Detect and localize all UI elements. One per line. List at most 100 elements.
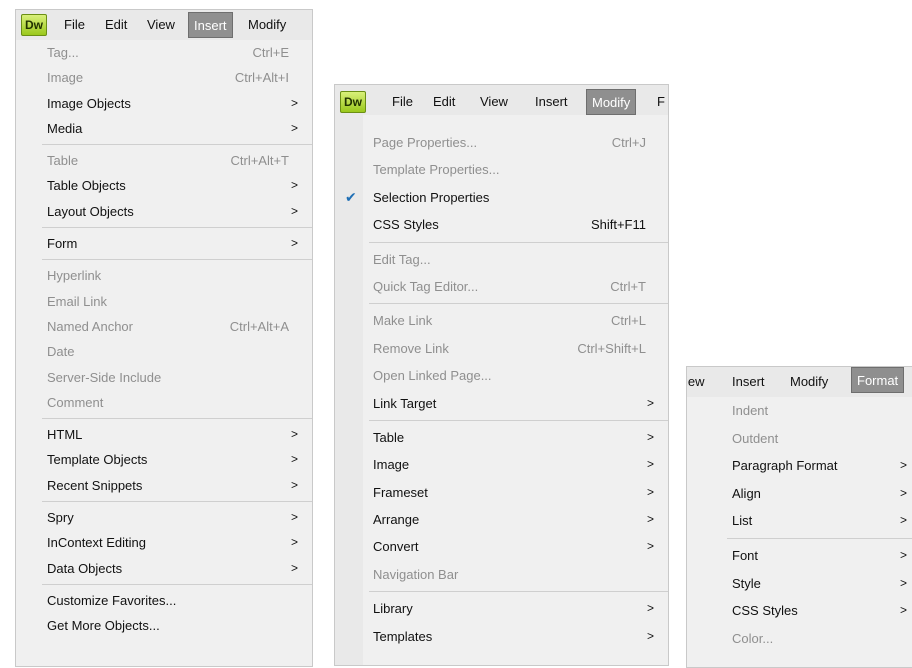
menu-item-convert[interactable]: Convert >	[335, 533, 668, 560]
menu-item-label: Layout Objects	[47, 203, 134, 219]
menu-file[interactable]: File	[64, 10, 85, 40]
menu-insert[interactable]: Insert	[732, 367, 765, 397]
submenu-chevron-icon: >	[899, 547, 907, 562]
menu-item-get-more-objects[interactable]: Get More Objects...	[16, 613, 312, 638]
submenu-chevron-icon: >	[899, 458, 907, 473]
menu-item-frameset[interactable]: Frameset >	[335, 479, 668, 506]
menu-item-label: Quick Tag Editor...	[373, 278, 479, 294]
submenu-chevron-icon: >	[290, 236, 298, 251]
menu-item-paragraph-format[interactable]: Paragraph Format >	[687, 452, 912, 480]
menu-item-edit-tag: Edit Tag...	[335, 246, 668, 273]
menu-item-open-linked-page: Open Linked Page...	[335, 362, 668, 389]
insert-menu-items: Tag... Ctrl+E Image Ctrl+Alt+I Image Objects…	[16, 40, 312, 639]
menu-item-customize-favorites[interactable]: Customize Favorites...	[16, 588, 312, 613]
format-menu-items: Indent Outdent Paragraph Format > Align > List…	[687, 397, 912, 652]
menu-item-shortcut: Ctrl+E	[252, 45, 289, 60]
menu-item-css-styles[interactable]: CSS Styles >	[687, 597, 912, 625]
menu-item-label: Templates	[373, 628, 433, 644]
menu-item-label: CSS Styles	[732, 603, 798, 619]
menu-file[interactable]: File	[392, 87, 413, 117]
menu-item-label: Selection Properties	[373, 189, 490, 205]
menu-item-email-link: Email Link	[16, 289, 312, 314]
menu-modify[interactable]: Modify	[586, 89, 637, 115]
menu-item-list[interactable]: List >	[687, 507, 912, 535]
menu-item-label: List	[732, 513, 753, 529]
menu-format[interactable]: Format	[851, 367, 905, 393]
menubar: Dw File Edit View Insert Modify F	[335, 85, 668, 115]
menu-item-quick-tag-editor: Quick Tag Editor... Ctrl+T	[335, 273, 668, 300]
submenu-chevron-icon: >	[646, 395, 654, 410]
menu-item-outdent: Outdent	[687, 425, 912, 453]
menu-item-label: Data Objects	[47, 560, 123, 576]
menu-modify[interactable]: Modify	[248, 10, 286, 40]
submenu-chevron-icon: >	[646, 484, 654, 499]
menu-item-arrange[interactable]: Arrange >	[335, 506, 668, 533]
menu-item-table: Table Ctrl+Alt+T	[16, 148, 312, 173]
menu-item-form[interactable]: Form >	[16, 231, 312, 256]
menu-item-remove-link: Remove Link Ctrl+Shift+L	[335, 335, 668, 362]
menu-item-label: Indent	[732, 403, 769, 418]
menubar: Dw File Edit View Insert Modify	[16, 10, 312, 40]
submenu-chevron-icon: >	[899, 603, 907, 618]
menu-item-link-target[interactable]: Link Target >	[335, 390, 668, 417]
menu-item-label: Arrange	[373, 512, 420, 528]
menu-item-label: Table Objects	[47, 178, 126, 194]
menu-view[interactable]: View	[480, 87, 508, 117]
menu-item-label: Library	[373, 601, 413, 617]
menu-item-selection-properties[interactable]: ✔ Selection Properties	[335, 184, 668, 211]
menu-item-label: Comment	[47, 394, 104, 410]
menu-item-label: Make Link	[373, 313, 433, 329]
menu-item-tag: Tag... Ctrl+E	[16, 40, 312, 65]
menu-edit[interactable]: Edit	[433, 87, 455, 117]
menu-item-style[interactable]: Style >	[687, 570, 912, 598]
menu-item-label: Tag...	[47, 45, 79, 60]
submenu-chevron-icon: >	[899, 513, 907, 528]
menu-item-table-objects[interactable]: Table Objects >	[16, 173, 312, 198]
menu-item-html[interactable]: HTML >	[16, 422, 312, 447]
format-menu-panel: iew Insert Modify Format Indent Outdent Pa…	[686, 366, 912, 668]
menu-separator	[369, 303, 668, 305]
menu-item-label: Get More Objects...	[47, 618, 160, 634]
menu-item-template-objects[interactable]: Template Objects >	[16, 447, 312, 472]
menu-item-layout-objects[interactable]: Layout Objects >	[16, 199, 312, 224]
submenu-chevron-icon: >	[899, 575, 907, 590]
menu-item-page-properties: Page Properties... Ctrl+J	[335, 129, 668, 156]
menu-item-css-styles[interactable]: CSS Styles Shift+F11	[335, 211, 668, 238]
menu-item-shortcut: Shift+F11	[590, 217, 646, 233]
menu-item-align[interactable]: Align >	[687, 480, 912, 508]
submenu-chevron-icon: >	[290, 535, 298, 550]
menu-view[interactable]: View	[147, 10, 175, 40]
menu-modify[interactable]: Modify	[790, 367, 828, 397]
menu-item-table[interactable]: Table >	[335, 424, 668, 451]
menu-insert[interactable]: Insert	[535, 87, 568, 117]
menu-item-data-objects[interactable]: Data Objects >	[16, 556, 312, 581]
menu-format-partial[interactable]: F	[657, 87, 665, 117]
menu-item-label: Frameset	[373, 484, 428, 500]
menu-insert[interactable]: Insert	[188, 12, 233, 38]
dw-logo-icon: Dw	[340, 91, 366, 113]
menu-separator	[42, 227, 312, 229]
menu-item-indent: Indent	[687, 397, 912, 425]
menu-item-label: HTML	[47, 427, 83, 443]
menu-item-image[interactable]: Image >	[335, 451, 668, 478]
menu-separator	[369, 591, 668, 593]
menu-item-label: Table	[373, 429, 405, 445]
menu-view-partial[interactable]: iew	[687, 367, 705, 397]
menu-item-comment: Comment	[16, 390, 312, 415]
menu-item-recent-snippets[interactable]: Recent Snippets >	[16, 473, 312, 498]
menu-item-media[interactable]: Media >	[16, 116, 312, 141]
menu-item-library[interactable]: Library >	[335, 595, 668, 622]
menu-item-incontext-editing[interactable]: InContext Editing >	[16, 530, 312, 555]
menu-item-image-objects[interactable]: Image Objects >	[16, 91, 312, 116]
menu-edit[interactable]: Edit	[105, 10, 127, 40]
menu-item-shortcut: Ctrl+Shift+L	[577, 340, 646, 356]
menu-item-templates[interactable]: Templates >	[335, 623, 668, 650]
menu-separator	[42, 583, 312, 585]
menu-item-label: Form	[47, 236, 78, 252]
menu-separator	[42, 144, 312, 146]
menu-item-spry[interactable]: Spry >	[16, 505, 312, 530]
menu-item-font[interactable]: Font >	[687, 542, 912, 570]
menu-item-navigation-bar: Navigation Bar	[335, 561, 668, 588]
checkmark-icon: ✔	[345, 188, 357, 205]
menu-item-label: Server-Side Include	[47, 369, 162, 385]
